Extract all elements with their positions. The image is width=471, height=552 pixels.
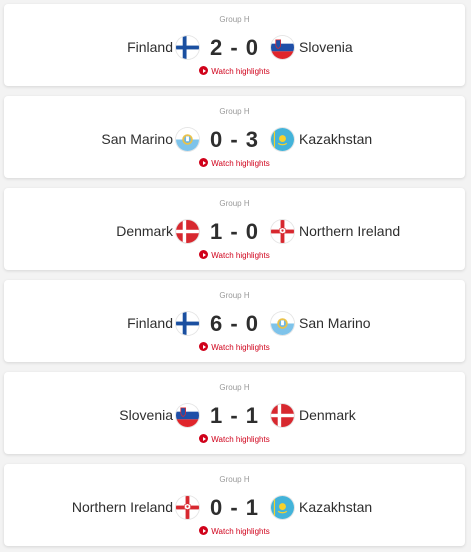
watch-highlights-label: Watch highlights (211, 67, 270, 76)
away-team-name: Kazakhstan (299, 499, 373, 515)
match-list: Group H Finland 2 - 0 Slovenia Watch hig… (0, 0, 471, 552)
away-team-name: Northern Ireland (299, 223, 401, 239)
home-team-name: Finland (127, 315, 173, 331)
match-row: Northern Ireland 0 - 1 Kazakhstan (4, 495, 465, 521)
kazakhstan-flag-icon (271, 496, 294, 519)
home-team-name: Denmark (116, 223, 173, 239)
watch-highlights-link[interactable]: Watch highlights (4, 158, 465, 169)
match-row: Finland 2 - 0 Slovenia (4, 35, 465, 61)
group-label: Group H (219, 107, 250, 116)
away-team-name: Kazakhstan (299, 131, 373, 147)
match-card[interactable]: Group H Finland 6 - 0 San Marino Watch h… (4, 280, 465, 362)
watch-highlights-label: Watch highlights (211, 527, 270, 536)
away-team-name: Denmark (299, 407, 356, 423)
home-team-name: San Marino (101, 131, 173, 147)
finland-flag-icon (176, 312, 199, 335)
watch-highlights-label: Watch highlights (211, 251, 270, 260)
home-team-name: Northern Ireland (71, 499, 173, 515)
watch-highlights-label: Watch highlights (211, 159, 270, 168)
watch-highlights-link[interactable]: Watch highlights (4, 342, 465, 353)
match-score: 1 - 1 (209, 403, 260, 428)
match-card[interactable]: Group H Northern Ireland 0 - 1 Kazakhsta… (4, 464, 465, 546)
watch-highlights-label: Watch highlights (211, 343, 270, 352)
northern-ireland-flag-icon (271, 220, 294, 243)
watch-highlights-link[interactable]: Watch highlights (4, 66, 465, 77)
match-score: 2 - 0 (209, 35, 260, 60)
play-icon (199, 434, 209, 443)
match-card[interactable]: Group H Slovenia 1 - 1 Denmark Watch hig… (4, 372, 465, 454)
match-card[interactable]: Group H Finland 2 - 0 Slovenia Watch hig… (4, 4, 465, 86)
home-team-name: Finland (127, 39, 173, 55)
san-marino-flag-icon (271, 312, 294, 335)
match-score: 6 - 0 (209, 311, 260, 336)
denmark-flag-icon (271, 404, 294, 427)
match-row: Denmark 1 - 0 Northern Ireland (4, 219, 465, 245)
group-label: Group H (219, 383, 250, 392)
away-team-name: San Marino (299, 315, 371, 331)
home-team-name: Slovenia (119, 407, 173, 423)
watch-highlights-link[interactable]: Watch highlights (4, 526, 465, 537)
watch-highlights-link[interactable]: Watch highlights (4, 250, 465, 261)
match-score: 0 - 3 (209, 127, 260, 152)
finland-flag-icon (176, 36, 199, 59)
northern-ireland-flag-icon (176, 496, 199, 519)
group-label: Group H (219, 15, 250, 24)
match-row: Finland 6 - 0 San Marino (4, 311, 465, 337)
watch-highlights-label: Watch highlights (211, 435, 270, 444)
group-label: Group H (219, 199, 250, 208)
away-team-name: Slovenia (299, 39, 353, 55)
group-label: Group H (219, 291, 250, 300)
play-icon (199, 66, 209, 75)
watch-highlights-link[interactable]: Watch highlights (4, 434, 465, 445)
play-icon (199, 526, 209, 535)
match-score: 1 - 0 (209, 219, 260, 244)
group-label: Group H (219, 475, 250, 484)
slovenia-flag-icon (271, 36, 294, 59)
play-icon (199, 342, 209, 351)
match-score: 0 - 1 (209, 495, 260, 520)
play-icon (199, 158, 209, 167)
match-row: Slovenia 1 - 1 Denmark (4, 403, 465, 429)
play-icon (199, 250, 209, 259)
san-marino-flag-icon (176, 128, 199, 151)
match-card[interactable]: Group H San Marino 0 - 3 Kazakhstan Watc… (4, 96, 465, 178)
slovenia-flag-icon (176, 404, 199, 427)
kazakhstan-flag-icon (271, 128, 294, 151)
match-row: San Marino 0 - 3 Kazakhstan (4, 127, 465, 153)
denmark-flag-icon (176, 220, 199, 243)
match-card[interactable]: Group H Denmark 1 - 0 Northern Ireland W… (4, 188, 465, 270)
